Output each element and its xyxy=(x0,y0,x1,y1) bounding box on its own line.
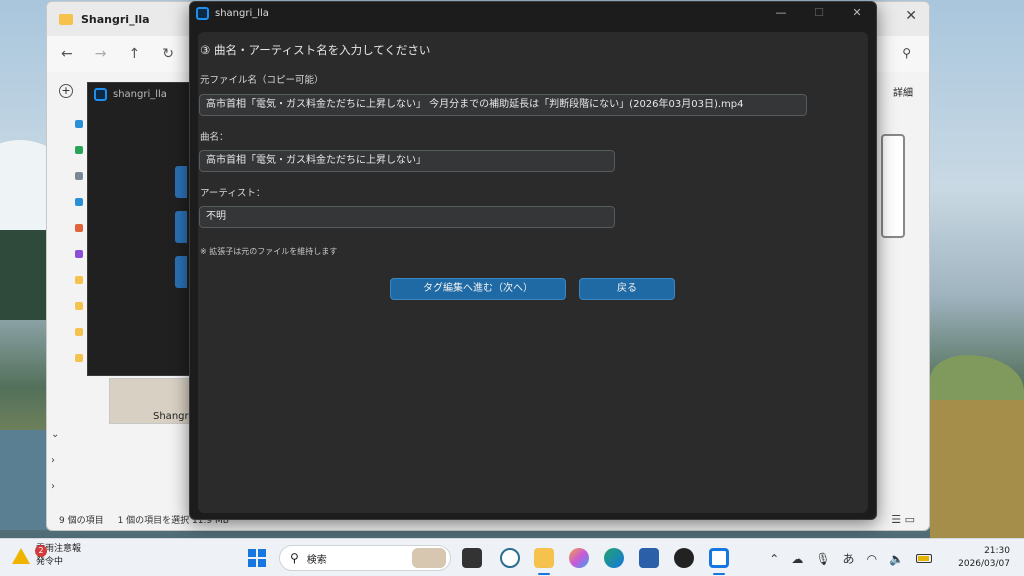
system-tray: ⌃ ☁ 🎙 あ ◠ 🔈 xyxy=(769,550,932,567)
original-filename-field[interactable]: 高市首相「電気・ガス料金ただちに上昇しない」 今月分までの補助延長は「判断段階に… xyxy=(199,94,807,116)
active-indicator xyxy=(713,573,725,575)
artist-label: アーティスト： xyxy=(200,188,266,199)
weather-widget[interactable]: 2 雷雨注意報 発令中 xyxy=(12,543,81,569)
artist-input[interactable]: 不明 xyxy=(199,206,615,228)
next-button[interactable]: タグ編集へ進む（次へ） xyxy=(390,278,566,300)
search-icon: ⚲ xyxy=(290,551,299,565)
search-placeholder: 検索 xyxy=(306,554,327,566)
sidebar-item-icon[interactable] xyxy=(75,198,83,206)
search-icon[interactable]: ⚲ xyxy=(902,46,911,60)
search-highlight-image xyxy=(412,548,446,568)
sidebar-item-icon[interactable] xyxy=(75,276,83,284)
main-titlebar[interactable]: shangri_lla — ☐ ✕ xyxy=(190,2,876,24)
step-title: ③ 曲名・アーティスト名を入力してください xyxy=(200,43,431,57)
chevron-right-icon[interactable]: › xyxy=(51,474,59,500)
task-view-icon[interactable] xyxy=(462,548,482,568)
sidebar-item-icon[interactable] xyxy=(75,354,83,362)
up-arrow-icon[interactable]: ↑ xyxy=(128,46,140,62)
app-icon-circle[interactable] xyxy=(500,548,520,568)
original-filename-label: 元ファイル名（コピー可能） xyxy=(200,75,324,86)
main-window-title: shangri_lla xyxy=(215,7,269,19)
weather-alert-subtext: 発令中 xyxy=(36,557,64,567)
sidebar-item-icon[interactable] xyxy=(75,302,83,310)
document-preview-icon xyxy=(881,134,905,238)
secondary-window-title: shangri_lla xyxy=(113,88,167,100)
start-button[interactable] xyxy=(248,549,266,567)
warning-icon: 2 xyxy=(12,545,47,564)
copilot-icon[interactable] xyxy=(569,548,589,568)
taskbar: 2 雷雨注意報 発令中 ⚲ 検索 ⌃ ☁ 🎙 あ ◠ 🔈 21:30 2026/… xyxy=(0,538,1024,576)
minimize-icon[interactable]: — xyxy=(762,2,800,24)
taskbar-search[interactable]: ⚲ 検索 xyxy=(279,545,451,571)
secondary-button[interactable] xyxy=(175,211,187,243)
secondary-titlebar[interactable]: shangri_lla xyxy=(88,83,192,105)
file-explorer-taskbar-icon[interactable] xyxy=(534,548,554,568)
view-toggle-icons[interactable]: ☰ ▭ xyxy=(891,513,915,526)
maximize-icon[interactable]: ☐ xyxy=(800,2,838,24)
explorer-title: Shangri_lla xyxy=(81,12,150,26)
song-title-input[interactable]: 高市首相「電気・ガス料金ただちに上昇しない」 xyxy=(199,150,615,172)
explorer-sidebar xyxy=(75,120,85,380)
wallpaper-field xyxy=(930,400,1024,538)
media-app-icon[interactable] xyxy=(674,548,694,568)
battery-icon[interactable] xyxy=(916,554,932,563)
close-icon[interactable]: ✕ xyxy=(905,8,917,24)
explorer-tree-chevrons: ⌄ › › xyxy=(51,422,59,500)
song-title-label: 曲名： xyxy=(200,132,229,143)
store-icon[interactable] xyxy=(639,548,659,568)
chevron-up-icon[interactable]: ⌃ xyxy=(769,552,779,566)
window-controls: — ☐ ✕ xyxy=(762,2,876,24)
edge-browser-icon[interactable] xyxy=(604,548,624,568)
sidebar-item-icon[interactable] xyxy=(75,224,83,232)
extension-note: ※ 拡張子は元のファイルを維持します xyxy=(200,247,338,256)
clock[interactable]: 21:30 2026/03/07 xyxy=(958,545,1010,571)
ime-indicator[interactable]: あ xyxy=(843,550,855,567)
sidebar-item-icon[interactable] xyxy=(75,172,83,180)
active-indicator xyxy=(538,573,550,575)
refresh-icon[interactable]: ↻ xyxy=(162,46,174,62)
clock-date: 2026/03/07 xyxy=(958,559,1010,569)
secondary-button[interactable] xyxy=(175,166,187,198)
sidebar-item-icon[interactable] xyxy=(75,328,83,336)
details-button[interactable]: 詳細 xyxy=(893,84,913,99)
main-app-window[interactable]: shangri_lla — ☐ ✕ ③ 曲名・アーティスト名を入力してください … xyxy=(189,1,877,520)
close-icon[interactable]: ✕ xyxy=(838,2,876,24)
folder-icon xyxy=(59,13,73,25)
forward-arrow-icon[interactable]: → xyxy=(95,46,107,62)
warning-count-badge: 2 xyxy=(35,545,47,557)
chevron-down-icon[interactable]: ⌄ xyxy=(51,422,59,448)
microphone-icon[interactable]: 🎙 xyxy=(815,552,830,566)
volume-icon[interactable]: 🔈 xyxy=(889,552,904,566)
new-item-icon[interactable]: + xyxy=(59,84,73,98)
secondary-app-window[interactable]: shangri_lla xyxy=(87,82,193,376)
sidebar-item-icon[interactable] xyxy=(75,250,83,258)
back-arrow-icon[interactable]: ← xyxy=(61,46,73,62)
wifi-icon[interactable]: ◠ xyxy=(867,552,877,566)
item-count: 9 個の項目 xyxy=(59,515,104,526)
back-button[interactable]: 戻る xyxy=(579,278,675,300)
app-icon xyxy=(196,6,209,20)
app-icon xyxy=(94,87,107,101)
chevron-right-icon[interactable]: › xyxy=(51,448,59,474)
clock-time: 21:30 xyxy=(984,546,1010,556)
shangri-lla-taskbar-icon[interactable] xyxy=(709,548,729,568)
secondary-button[interactable] xyxy=(175,256,187,288)
sidebar-item-icon[interactable] xyxy=(75,146,83,154)
content-panel: ③ 曲名・アーティスト名を入力してください 元ファイル名（コピー可能） 高市首相… xyxy=(198,32,868,513)
sidebar-item-icon[interactable] xyxy=(75,120,83,128)
cloud-icon[interactable]: ☁ xyxy=(791,552,803,566)
